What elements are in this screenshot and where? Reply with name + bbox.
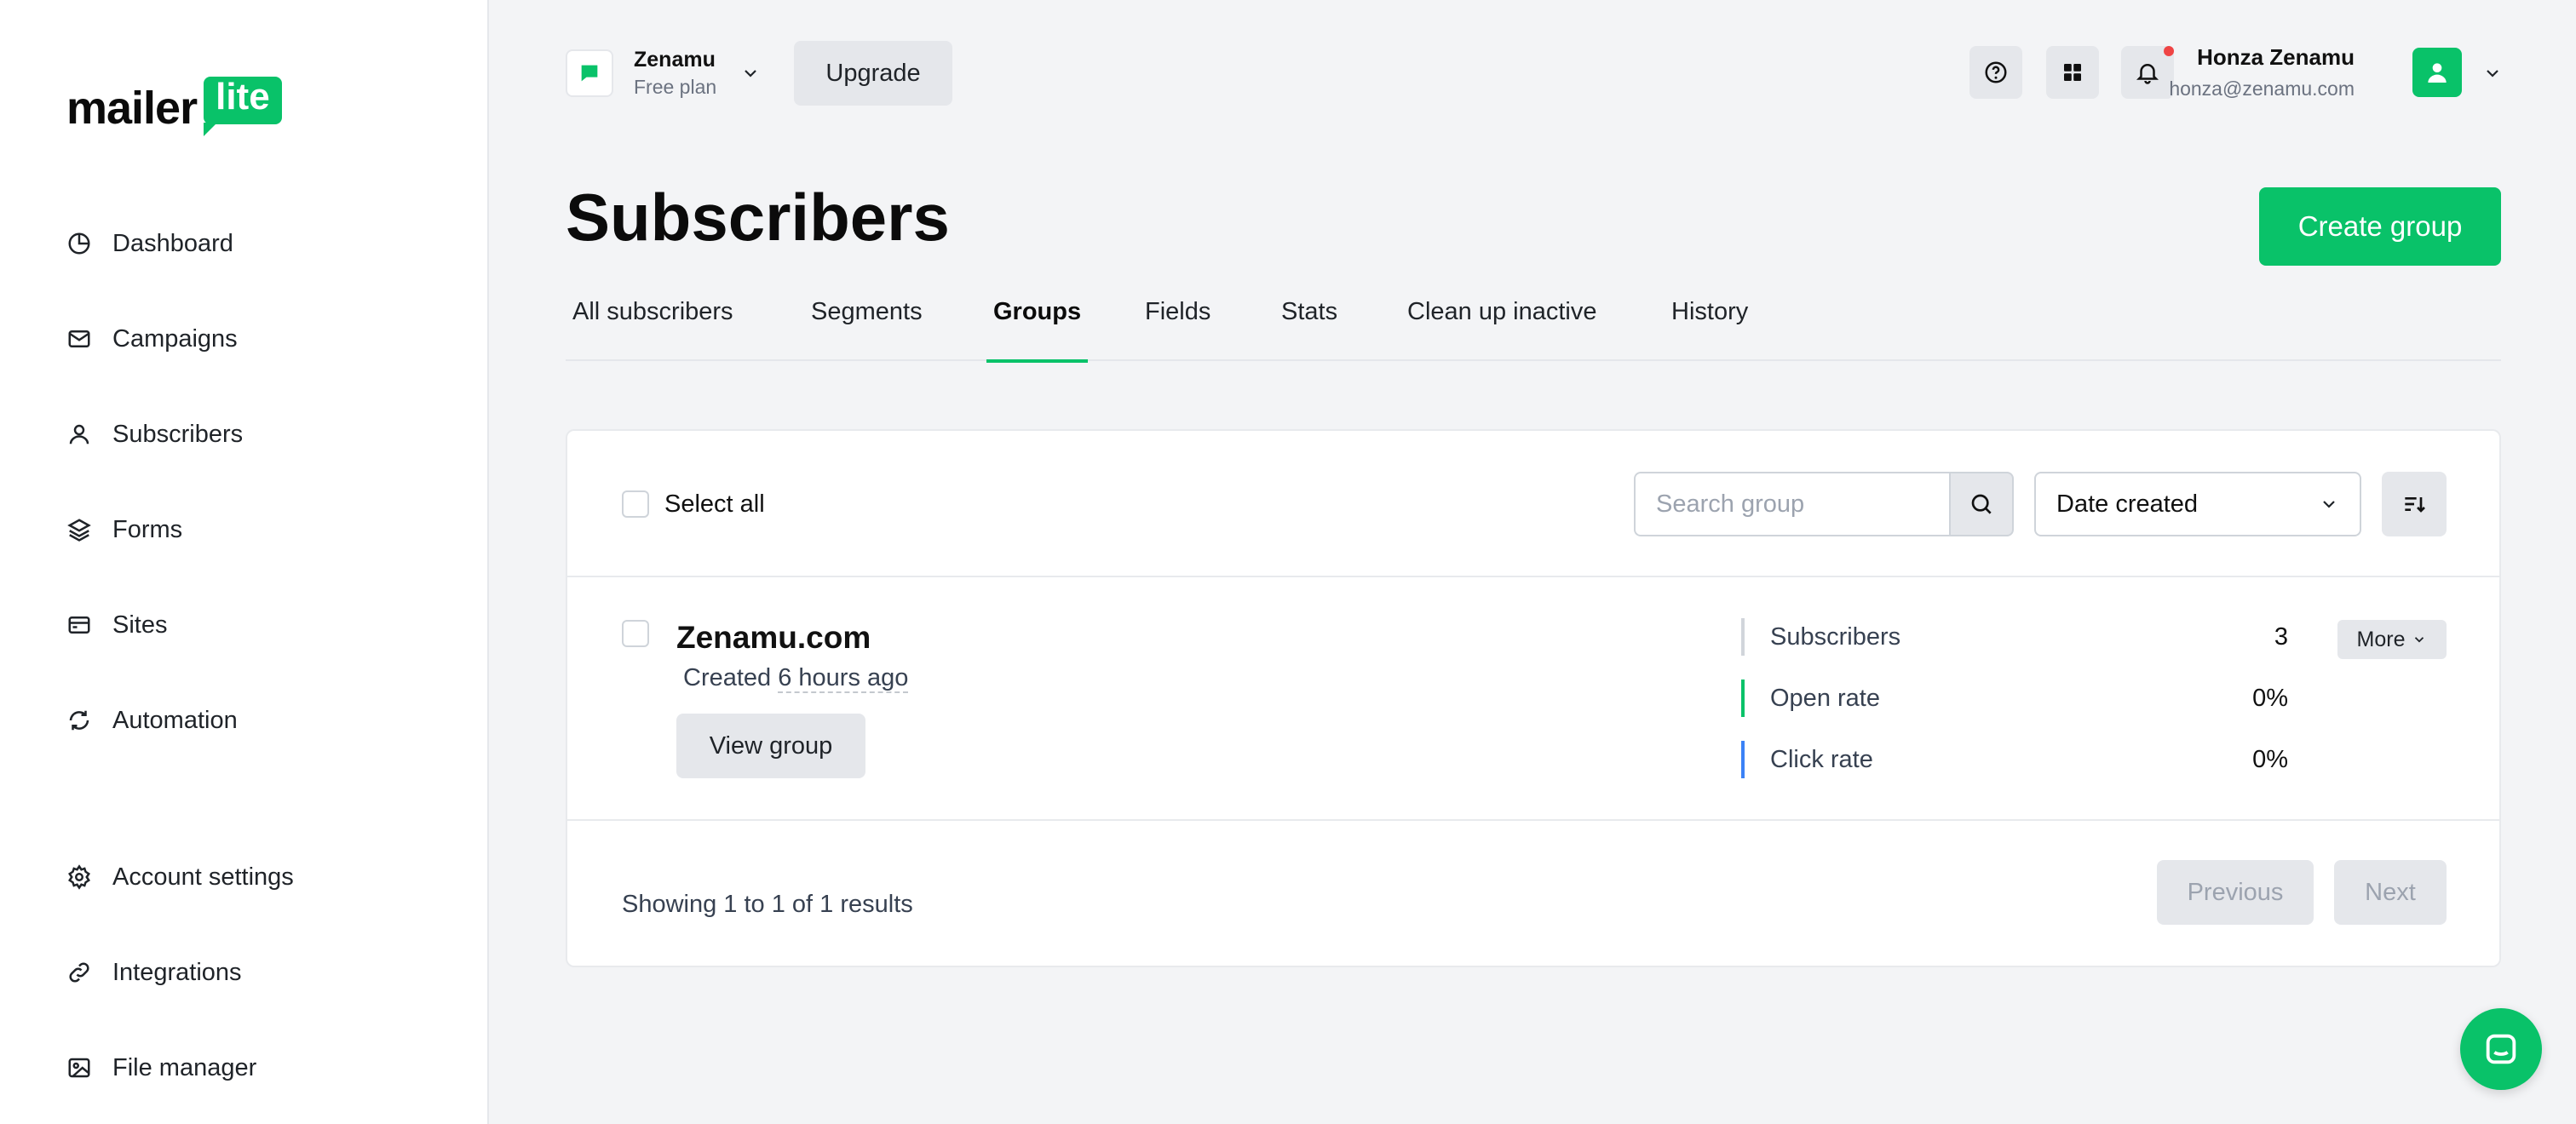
sidebar-item-label: Subscribers <box>112 420 244 448</box>
user-icon <box>69 424 89 444</box>
stat-label: Click rate <box>1770 745 1873 773</box>
tab-all-subscribers[interactable]: All subscribers <box>572 290 733 361</box>
groups-card: Select all Date created Zenamu.com Creat… <box>566 429 2501 967</box>
user-info[interactable]: Honza Zenamu honza@zenamu.com <box>2169 44 2355 100</box>
table-row: Zenamu.com Created 6 hours ago View grou… <box>567 577 2499 821</box>
envelope-icon <box>68 330 90 347</box>
account-plan: Free plan <box>634 76 717 98</box>
sidebar-item-automation[interactable]: Automation <box>66 695 441 746</box>
previous-page-button[interactable]: Previous <box>2157 860 2314 925</box>
sidebar-item-dashboard[interactable]: Dashboard <box>66 218 441 269</box>
upgrade-button[interactable]: Upgrade <box>794 41 952 106</box>
sidebar-item-label: File manager <box>112 1053 257 1081</box>
search-group-input[interactable] <box>1634 472 1949 536</box>
stat-subscribers: Subscribers 3 <box>1741 618 2288 656</box>
group-created-ago: 6 hours ago <box>778 664 909 693</box>
refresh-icon <box>69 710 89 731</box>
sidebar-item-file-manager[interactable]: File manager <box>66 1042 441 1093</box>
sidebar-item-account-settings[interactable]: Account settings <box>66 852 441 903</box>
stat-label: Open rate <box>1770 684 1880 712</box>
chevron-down-icon <box>2323 501 2335 508</box>
group-created: Created 6 hours ago <box>683 664 909 693</box>
sidebar-item-label: Sites <box>112 611 168 639</box>
help-button[interactable] <box>1969 46 2022 99</box>
stat-label: Subscribers <box>1770 622 1901 651</box>
sort-select[interactable]: Date created <box>2034 472 2361 536</box>
chat-icon <box>2486 1034 2516 1064</box>
stat-click-rate: Click rate 0% <box>1741 741 2288 778</box>
link-icon <box>69 962 89 983</box>
sidebar-item-sites[interactable]: Sites <box>66 599 441 651</box>
apps-grid-icon <box>2064 64 2081 81</box>
support-chat-button[interactable] <box>2460 1008 2542 1090</box>
bell-icon <box>2136 64 2159 84</box>
help-icon <box>1985 61 2007 83</box>
search-icon <box>1971 494 1992 514</box>
stat-value: 3 <box>2274 622 2288 651</box>
sidebar-item-forms[interactable]: Forms <box>66 504 441 555</box>
chevron-down-icon <box>2415 637 2424 643</box>
sidebar-item-label: Account settings <box>112 863 294 891</box>
view-group-button[interactable]: View group <box>676 714 865 778</box>
account-icon <box>566 49 613 97</box>
browser-window-icon <box>68 616 90 634</box>
user-avatar-icon <box>2428 63 2447 83</box>
account-name: Zenamu <box>634 48 716 72</box>
next-page-button[interactable]: Next <box>2334 860 2447 925</box>
sidebar-item-label: Forms <box>112 515 183 543</box>
subscriber-tabs: All subscribers Segments Groups Fields S… <box>566 290 2501 363</box>
create-group-button[interactable]: Create group <box>2259 187 2501 266</box>
group-name[interactable]: Zenamu.com <box>676 620 871 656</box>
layers-icon <box>67 519 91 542</box>
user-menu-chevron-icon[interactable] <box>2482 63 2503 83</box>
account-switcher[interactable]: Zenamu Free plan <box>566 43 761 104</box>
tab-stats[interactable]: Stats <box>1281 290 1337 361</box>
sort-select-value: Date created <box>2056 490 2199 518</box>
tab-groups[interactable]: Groups <box>986 290 1089 363</box>
more-button[interactable]: More <box>2337 620 2447 659</box>
chat-flag-icon <box>581 65 598 82</box>
clock-pie-icon <box>68 232 90 255</box>
sidebar-item-subscribers[interactable]: Subscribers <box>66 409 441 460</box>
logo-badge: lite <box>204 77 282 136</box>
tab-history[interactable]: History <box>1671 290 1748 361</box>
search-button[interactable] <box>1949 472 2014 536</box>
mailerlite-logo[interactable]: mailer lite <box>66 68 282 136</box>
groups-toolbar: Select all Date created <box>567 431 2499 577</box>
sidebar-item-label: Integrations <box>112 958 242 986</box>
chevron-down-icon <box>745 70 756 77</box>
sort-direction-button[interactable] <box>2382 472 2447 536</box>
user-email: honza@zenamu.com <box>2169 77 2355 100</box>
select-all-checkbox[interactable] <box>622 490 649 518</box>
sidebar-item-integrations[interactable]: Integrations <box>66 947 441 998</box>
sidebar-item-label: Automation <box>112 706 238 734</box>
gear-icon <box>68 864 90 890</box>
group-created-prefix: Created <box>683 664 772 691</box>
group-row-checkbox[interactable] <box>622 620 649 647</box>
notifications-button[interactable] <box>2121 46 2174 99</box>
sidebar-item-campaigns[interactable]: Campaigns <box>66 313 441 364</box>
app-root: mailer lite Dashboard Campaigns Subscrib… <box>0 0 2576 1124</box>
select-all-label[interactable]: Select all <box>664 490 765 519</box>
stat-open-rate: Open rate 0% <box>1741 680 2288 717</box>
tab-clean-up-inactive[interactable]: Clean up inactive <box>1407 290 1596 361</box>
stat-value: 0% <box>2252 745 2288 773</box>
pagination-summary: Showing 1 to 1 of 1 results <box>622 891 913 918</box>
tab-fields[interactable]: Fields <box>1145 290 1210 361</box>
apps-button[interactable] <box>2046 46 2099 99</box>
user-name: Honza Zenamu <box>2197 44 2355 70</box>
sort-descending-icon <box>2405 497 2425 513</box>
sidebar-item-label: Campaigns <box>112 324 238 353</box>
avatar[interactable] <box>2412 48 2462 97</box>
image-icon <box>68 1058 90 1078</box>
tab-segments[interactable]: Segments <box>811 290 923 361</box>
stat-value: 0% <box>2252 684 2288 712</box>
page-title: Subscribers <box>566 180 950 255</box>
more-label: More <box>2356 627 2406 651</box>
sidebar-item-label: Dashboard <box>112 229 233 257</box>
logo-wordmark: mailer <box>66 83 198 134</box>
sidebar: mailer lite Dashboard Campaigns Subscrib… <box>0 0 489 1124</box>
